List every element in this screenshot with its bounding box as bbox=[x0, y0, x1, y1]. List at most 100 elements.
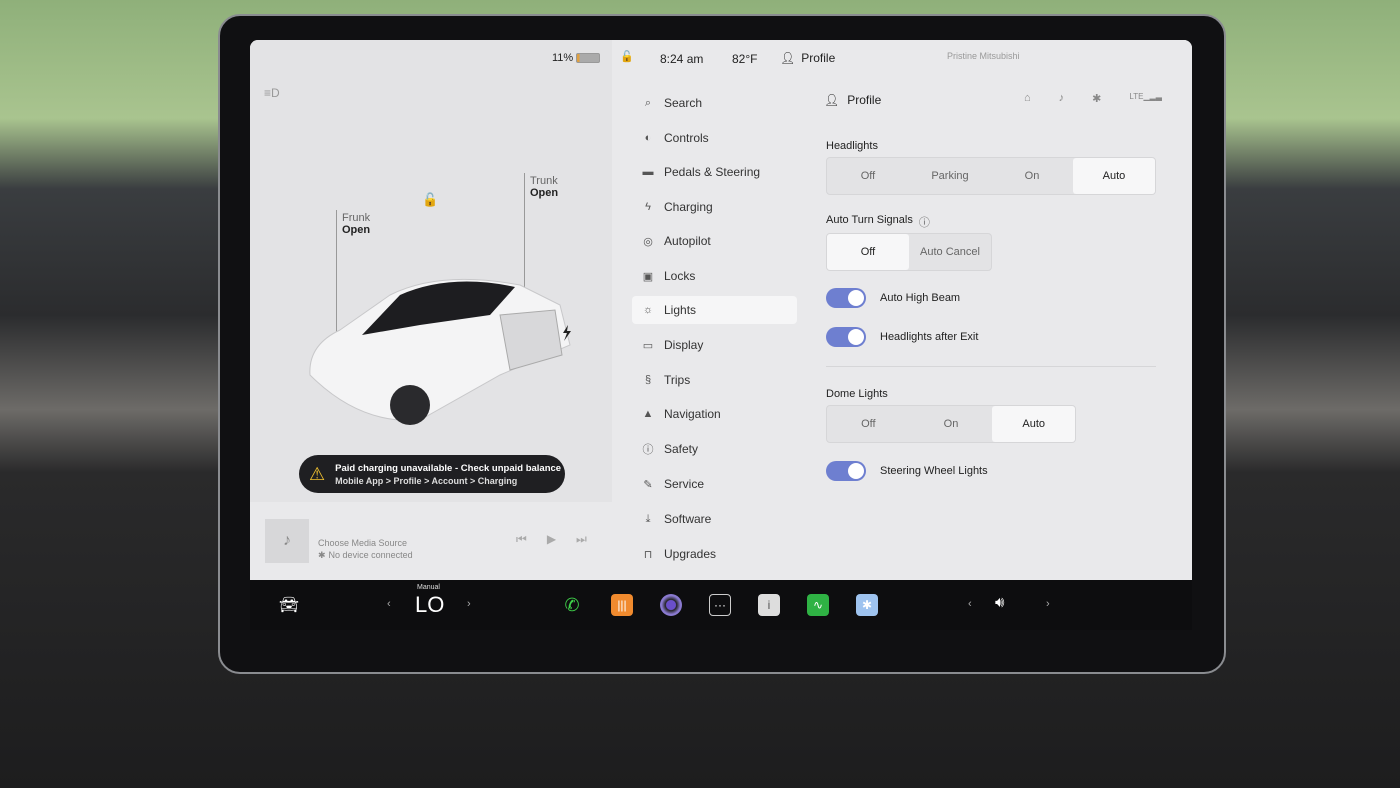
frunk-open-button[interactable]: Open bbox=[342, 224, 370, 236]
nav-pedals-steering[interactable]: ▬ Pedals & Steering bbox=[632, 158, 797, 186]
bolt-icon: ϟ bbox=[645, 201, 651, 213]
divider bbox=[826, 366, 1156, 367]
dome-lights-selector[interactable]: Off On Auto bbox=[826, 405, 1076, 443]
more-apps-icon[interactable]: ··· bbox=[709, 594, 731, 616]
nav-display[interactable]: ▭ Display bbox=[632, 331, 797, 359]
camera-icon[interactable] bbox=[660, 594, 682, 616]
bluetooth-app-icon[interactable]: ✱ bbox=[856, 594, 878, 616]
toggle-icon: ◐ bbox=[644, 132, 652, 144]
audio-app-icon[interactable]: ||| bbox=[611, 594, 633, 616]
warning-icon: ⚠ bbox=[309, 463, 326, 484]
car-panel: ≡D 11% Frunk Open Trunk Open 🔓 ⚠ Paid ch… bbox=[250, 40, 612, 580]
media-device: No device connected bbox=[328, 550, 413, 560]
turn-signals-off[interactable]: Off bbox=[827, 234, 909, 270]
nav-upgrades[interactable]: ⊓ Upgrades bbox=[632, 540, 797, 568]
nav-label: Lights bbox=[664, 303, 697, 317]
car-image bbox=[309, 278, 571, 425]
lock-icon: ▣ bbox=[642, 270, 654, 283]
dome-lights-label: Dome Lights bbox=[826, 388, 888, 400]
download-icon: ⤓ bbox=[645, 512, 651, 525]
car-icon: ▬ bbox=[642, 166, 654, 178]
taskbar: 🚘︎ ‹ Manual LO › ✆ ||| ··· i ∿ ✱ ‹ 🔊︎ › bbox=[250, 580, 1192, 630]
media-source[interactable]: Choose Media Source bbox=[318, 538, 407, 548]
headlights-parking[interactable]: Parking bbox=[909, 158, 991, 194]
battery-icon bbox=[576, 53, 600, 63]
volume-down-chevron-icon[interactable]: ‹ bbox=[968, 598, 972, 610]
dome-on[interactable]: On bbox=[910, 406, 993, 442]
bluetooth-icon[interactable]: ✱ bbox=[1092, 92, 1101, 105]
info-icon[interactable]: ⓘ bbox=[919, 214, 930, 230]
nav-label: Trips bbox=[664, 373, 691, 387]
headlights-off[interactable]: Off bbox=[827, 158, 909, 194]
headlights-auto[interactable]: Auto bbox=[1073, 158, 1155, 194]
headlights-after-exit-label: Headlights after Exit bbox=[880, 331, 979, 343]
outside-temp: 82°F bbox=[732, 52, 758, 66]
trunk-open-button[interactable]: Open bbox=[530, 187, 558, 199]
clock: 8:24 am bbox=[660, 52, 704, 66]
nav-navigation[interactable]: ▲ Navigation bbox=[632, 400, 797, 428]
next-track-icon[interactable]: ⏭ bbox=[576, 532, 587, 547]
nav-controls[interactable]: ◐ Controls bbox=[632, 124, 797, 152]
nav-autopilot[interactable]: ◎ Autopilot bbox=[632, 227, 797, 255]
person-icon: 👤︎ bbox=[780, 51, 796, 65]
nav-trips[interactable]: § Trips bbox=[632, 366, 797, 394]
garage-icon[interactable]: ⌂ bbox=[1024, 92, 1031, 105]
nav-label: Service bbox=[664, 477, 705, 491]
nav-label: Autopilot bbox=[664, 234, 711, 248]
energy-chart-icon[interactable]: ∿ bbox=[807, 594, 829, 616]
charging-alert[interactable]: ⚠ Paid charging unavailable - Check unpa… bbox=[299, 455, 565, 493]
nav-lights[interactable]: ☼ Lights bbox=[632, 296, 797, 324]
steering-wheel-lights-toggle[interactable] bbox=[826, 461, 866, 481]
wrench-icon: ✎ bbox=[643, 478, 653, 491]
previous-track-icon[interactable]: ⏮ bbox=[516, 532, 527, 547]
profile-button[interactable]: 👤︎ Profile bbox=[780, 51, 835, 65]
lte-signal-icon[interactable]: LTE▁▂▃ bbox=[1129, 92, 1162, 105]
nav-software[interactable]: ⤓ Software bbox=[632, 505, 797, 533]
navigation-icon: ▲ bbox=[642, 408, 654, 420]
steering-wheel-lights-label: Steering Wheel Lights bbox=[880, 465, 988, 477]
headlights-after-exit-toggle[interactable] bbox=[826, 327, 866, 347]
play-icon[interactable]: ▶ bbox=[547, 532, 556, 547]
turn-signals-label: Auto Turn Signals bbox=[826, 214, 913, 226]
manual-info-icon[interactable]: i bbox=[758, 594, 780, 616]
nav-label: Search bbox=[664, 96, 703, 110]
safety-icon: ⓘ bbox=[642, 444, 654, 456]
phone-icon[interactable]: ✆ bbox=[561, 594, 583, 616]
nav-locks[interactable]: ▣ Locks bbox=[632, 262, 797, 290]
auto-high-beam-toggle[interactable] bbox=[826, 288, 866, 308]
dome-auto[interactable]: Auto bbox=[992, 406, 1076, 442]
nav-charging[interactable]: ϟ Charging bbox=[632, 193, 797, 221]
car-icon[interactable]: 🚘︎ bbox=[278, 594, 300, 616]
temp-up-chevron-icon[interactable]: › bbox=[467, 598, 471, 610]
search-icon: ⌕ bbox=[644, 96, 652, 109]
turn-signals-auto-cancel[interactable]: Auto Cancel bbox=[909, 234, 991, 270]
media-player: ♪ Choose Media Source ✱ No device connect… bbox=[250, 502, 612, 580]
headlights-on[interactable]: On bbox=[991, 158, 1073, 194]
nav-service[interactable]: ✎ Service bbox=[632, 470, 797, 498]
nav-search[interactable]: ⌕ Search bbox=[632, 89, 797, 117]
unlock-icon[interactable]: 🔓 bbox=[422, 192, 438, 208]
nav-label: Controls bbox=[664, 131, 709, 145]
volume-up-chevron-icon[interactable]: › bbox=[1046, 598, 1050, 610]
trips-icon: § bbox=[644, 374, 652, 386]
turn-signals-selector[interactable]: Off Auto Cancel bbox=[826, 233, 992, 271]
bluetooth-icon: ✱ bbox=[318, 550, 326, 560]
nav-label: Navigation bbox=[664, 407, 721, 421]
lock-status-icon[interactable]: 🔓 bbox=[620, 50, 634, 63]
temp-down-chevron-icon[interactable]: ‹ bbox=[387, 598, 391, 610]
alert-title: Paid charging unavailable - Check unpaid… bbox=[335, 462, 562, 474]
battery-percent: 11% bbox=[552, 52, 574, 64]
bell-icon[interactable]: ♪ bbox=[1059, 92, 1065, 105]
music-note-icon[interactable]: ♪ bbox=[265, 519, 309, 563]
climate-temp[interactable]: LO bbox=[415, 592, 444, 618]
headlight-auto-icon: ≡D bbox=[264, 86, 280, 100]
settings-profile[interactable]: 👤︎ Profile bbox=[824, 93, 881, 107]
settings-panel: 🔓 8:24 am 82°F 👤︎ Profile Pristine Mitsub… bbox=[612, 40, 1192, 580]
volume-icon[interactable]: 🔊︎ bbox=[995, 594, 1004, 611]
nav-label: Locks bbox=[664, 269, 696, 283]
dome-off[interactable]: Off bbox=[827, 406, 910, 442]
nav-safety[interactable]: ⓘ Safety bbox=[632, 435, 797, 463]
headlights-label: Headlights bbox=[826, 140, 878, 152]
nav-label: Pedals & Steering bbox=[664, 165, 761, 179]
headlights-selector[interactable]: Off Parking On Auto bbox=[826, 157, 1156, 195]
